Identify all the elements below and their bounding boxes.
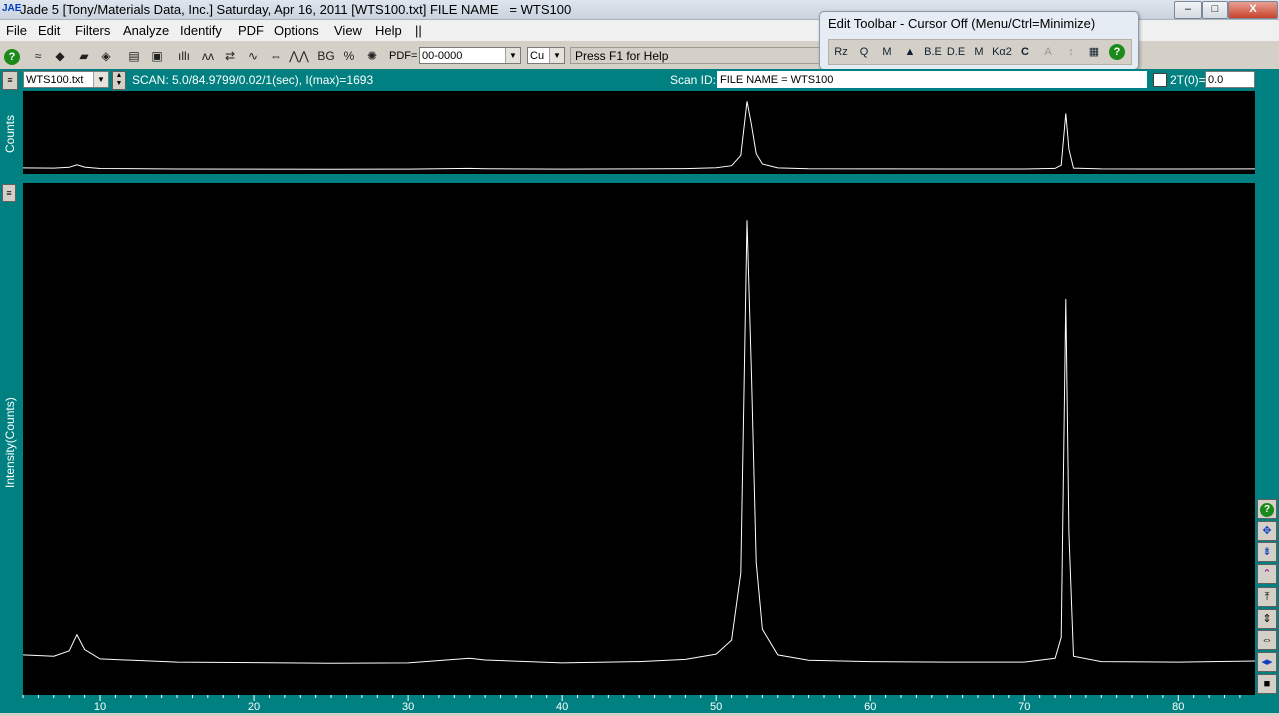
scan-info-bar: ≡ WTS100.txt ▼ ▲ ▼ SCAN: 5.0/84.9799/0.02… (0, 69, 1279, 91)
chevron-up-icon[interactable]: ⌃ (1257, 564, 1277, 584)
edit-toolbar-title: Edit Toolbar - Cursor Off (Menu/Ctrl=Min… (828, 16, 1096, 31)
right-tool-strip: ? ✥ ⇟ ⌃ ⤒ ⇕ ⇔ ◂▸ ■ (1255, 91, 1279, 713)
panel-toggle-icon[interactable]: ≡ (2, 184, 16, 202)
eraser-icon[interactable]: ◈ (96, 46, 116, 66)
panel-toggle-icon[interactable]: ≡ (2, 71, 18, 90)
anode-select[interactable]: Cu ▼ (527, 47, 565, 64)
open-folder-icon[interactable]: ▰ (74, 46, 94, 66)
scan-id-label: Scan ID: (670, 73, 717, 87)
window-title: Jade 5 [Tony/Materials Data, Inc.] Satur… (20, 2, 572, 17)
two-theta-checkbox[interactable] (1153, 73, 1167, 87)
peak-list-icon[interactable]: ıllı (174, 46, 194, 66)
menu-analyze[interactable]: Analyze (123, 23, 169, 38)
peak-fill-icon[interactable]: ▲ (900, 42, 920, 62)
file-spinner[interactable]: ▲ ▼ (112, 71, 126, 90)
overview-plot[interactable] (23, 91, 1255, 174)
app-logo-icon: JAE (2, 3, 22, 14)
panel-separator (23, 174, 1255, 183)
status-help: Press F1 for Help (570, 47, 820, 64)
edit-toolbar-buttons: Rz Q M ▲ B.E D.E M Kα2 C A ↕ ▦ ? (828, 39, 1132, 65)
zoom-icon[interactable]: Q (854, 42, 874, 62)
menu-identify[interactable]: Identify (180, 23, 222, 38)
peak-marker-icon[interactable]: M (877, 42, 897, 62)
help-icon[interactable]: ? (1107, 42, 1127, 62)
background-edit-icon[interactable]: B.E (923, 42, 943, 62)
noise-icon[interactable]: ∿ (243, 46, 263, 66)
menu-help[interactable]: Help (375, 23, 402, 38)
smooth-icon[interactable]: ᴧᴧ (198, 46, 218, 66)
cursor-icon[interactable]: Rz (831, 42, 851, 62)
menu-file[interactable]: File (6, 23, 27, 38)
scan-parameters: SCAN: 5.0/84.9799/0.02/1(sec), I(max)=16… (132, 73, 374, 87)
scale-both-icon[interactable]: ⇕ (1257, 609, 1277, 629)
x-tick-label: 30 (402, 701, 414, 713)
chevron-down-icon[interactable]: ▼ (549, 48, 564, 63)
area-icon[interactable]: A (1038, 42, 1058, 62)
x-tick-label: 50 (710, 701, 722, 713)
profile-icon[interactable]: M (969, 42, 989, 62)
print-icon[interactable]: ▤ (124, 46, 144, 66)
pdf-label: PDF= (389, 50, 418, 62)
expand-icon[interactable]: ⇔ (1257, 630, 1277, 650)
k-alpha2-icon[interactable]: Kα2 (992, 42, 1012, 62)
zoom-trace-icon[interactable]: ≈ (28, 46, 48, 66)
chevron-down-icon[interactable]: ▼ (93, 72, 108, 87)
x-tick-label: 70 (1018, 701, 1030, 713)
pdf-value: 00-0000 (422, 50, 463, 62)
main-plot-bg (23, 183, 1255, 695)
contract-icon[interactable]: ◂▸ (1257, 652, 1277, 672)
scan-id-value: FILE NAME = WTS100 (720, 74, 834, 86)
maximize-button[interactable]: □ (1202, 1, 1228, 19)
menu-options[interactable]: Options (274, 23, 319, 38)
x-tick-label: 60 (864, 701, 876, 713)
x-axis: 10 20 30 40 50 60 70 80 (22, 695, 1241, 713)
help-icon[interactable]: ? (1257, 499, 1277, 519)
x-axis-strip: 10 20 30 40 50 60 70 80 (0, 695, 1279, 713)
two-theta-value: 0.0 (1208, 74, 1224, 86)
close-button[interactable]: X (1228, 1, 1278, 19)
menu-view[interactable]: View (334, 23, 362, 38)
x-tick-label: 20 (248, 701, 260, 713)
expand-horizontal-icon[interactable]: ✥ (1257, 521, 1277, 541)
x-tick-label: 40 (556, 701, 568, 713)
compress-vertical-icon[interactable]: ⇟ (1257, 542, 1277, 562)
help-glyph: ? (1109, 44, 1125, 60)
file-value: WTS100.txt (26, 74, 84, 86)
anode-value: Cu (530, 50, 545, 62)
overview-ylabel: Counts (3, 114, 17, 153)
two-theta-field[interactable]: 0.0 (1205, 71, 1255, 88)
calibrate-icon[interactable]: C (1015, 42, 1035, 62)
two-theta-label: 2T(0)= (1170, 73, 1206, 87)
chevron-down-icon[interactable]: ▼ (505, 48, 520, 63)
background-icon[interactable]: ⇄ (220, 46, 240, 66)
pdf-select[interactable]: 00-0000 ▼ (419, 47, 521, 64)
help-icon[interactable]: ? (2, 46, 22, 66)
bg-icon[interactable]: BG (316, 46, 336, 66)
scale-top-icon[interactable]: ⤒ (1257, 587, 1277, 607)
percent-icon[interactable]: % (339, 46, 359, 66)
scale-icon[interactable]: ◆ (50, 46, 70, 66)
search-match-icon[interactable]: ✺ (362, 46, 382, 66)
menu-pdf[interactable]: PDF (238, 23, 264, 38)
save-icon[interactable]: ▣ (147, 46, 167, 66)
stop-icon[interactable]: ■ (1257, 674, 1277, 694)
main-ylabel: Intensity(Counts) (3, 397, 17, 488)
height-icon[interactable]: ↕ (1061, 42, 1081, 62)
menu-edit[interactable]: Edit (38, 23, 60, 38)
grid-icon[interactable]: ▦ (1084, 42, 1104, 62)
scan-id-field[interactable]: FILE NAME = WTS100 (717, 71, 1147, 88)
x-tick-label: 10 (94, 701, 106, 713)
main-plot[interactable] (23, 183, 1255, 695)
overview-plot-bg (23, 91, 1255, 174)
edit-toolbar-window[interactable]: Edit Toolbar - Cursor Off (Menu/Ctrl=Min… (819, 11, 1139, 70)
profile-fit-icon[interactable]: ⋀⋀ (289, 46, 309, 66)
menu-filters[interactable]: Filters (75, 23, 110, 38)
file-select[interactable]: WTS100.txt ▼ (23, 71, 109, 88)
peak-edit-icon[interactable]: D.E (946, 42, 966, 62)
x-tick-label: 80 (1172, 701, 1184, 713)
minimize-button[interactable]: – (1174, 1, 1202, 19)
menu-separator: || (415, 23, 422, 38)
left-axis-strip: Counts ≡ Intensity(Counts) (0, 91, 23, 713)
shift-icon[interactable]: ⇔ (266, 46, 286, 66)
